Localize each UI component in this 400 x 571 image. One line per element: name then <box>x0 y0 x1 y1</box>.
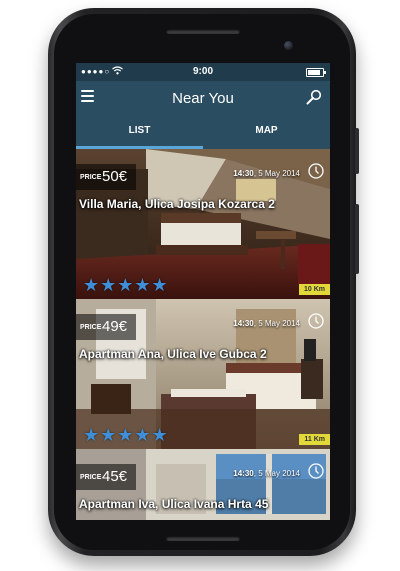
search-icon[interactable] <box>306 89 322 105</box>
listing-time: 14:30 <box>233 319 254 328</box>
listing-datetime: 14:30, 5 May 2014 <box>233 469 300 478</box>
listing-date: , 5 May 2014 <box>253 169 300 178</box>
listing-name: Apartman Ana, Ulica Ive Gubca 2 <box>79 347 267 361</box>
listing-datetime: 14:30, 5 May 2014 <box>233 319 300 328</box>
listing-name: Villa Maria, Ulica Josipa Kozarca 2 <box>79 197 275 211</box>
tab-list[interactable]: LIST <box>76 116 203 149</box>
earpiece-speaker <box>166 29 240 34</box>
star-rating: ★★★★★ <box>83 425 169 445</box>
clock-icon <box>308 313 324 329</box>
price-value: 45€ <box>102 468 128 485</box>
listing-card[interactable]: PRICE 49€ 14:30, 5 May 2014 Apartman Ana… <box>76 299 330 449</box>
listing-card[interactable]: PRICE 50€ 14:30, 5 May 2014 Villa Maria,… <box>76 149 330 299</box>
bottom-speaker <box>166 536 240 541</box>
listing-time: 14:30 <box>233 169 254 178</box>
page-title: Near You <box>172 90 234 107</box>
distance-badge: 11 Km <box>299 434 330 445</box>
tab-bar: LIST MAP <box>76 116 330 149</box>
distance-badge: 10 Km <box>298 284 330 295</box>
price-tag: PRICE 49€ <box>76 314 136 340</box>
price-value: 50€ <box>102 168 128 185</box>
screen: ●●●●○ 9:00 Near You LIST MAP PRICE 50€ 1… <box>76 63 330 520</box>
price-label: PRICE <box>80 474 102 481</box>
price-label: PRICE <box>80 174 102 181</box>
star-rating: ★★★★★ <box>83 275 169 295</box>
battery-icon <box>306 68 326 77</box>
tab-map[interactable]: MAP <box>203 116 330 149</box>
price-label: PRICE <box>80 324 102 331</box>
front-camera <box>284 41 293 50</box>
status-time: 9:00 <box>192 66 213 77</box>
price-tag: PRICE 50€ <box>76 164 136 190</box>
app-bar: Near You <box>76 81 330 116</box>
listing-date: , 5 May 2014 <box>253 319 300 328</box>
listing-card[interactable]: PRICE 45€ 14:30, 5 May 2014 Apartman Iva… <box>76 449 330 520</box>
listing-datetime: 14:30, 5 May 2014 <box>233 169 300 178</box>
listing-name: Apartman Iva, Ulica Ivana Hrta 45 <box>79 497 269 511</box>
listing-time: 14:30 <box>233 469 254 478</box>
power-button <box>355 128 359 174</box>
price-tag: PRICE 45€ <box>76 464 136 490</box>
clock-icon <box>308 163 324 179</box>
price-value: 49€ <box>102 318 128 335</box>
clock-icon <box>308 463 324 479</box>
status-bar: ●●●●○ 9:00 <box>76 63 330 81</box>
listing-date: , 5 May 2014 <box>253 469 300 478</box>
volume-button <box>355 204 359 274</box>
